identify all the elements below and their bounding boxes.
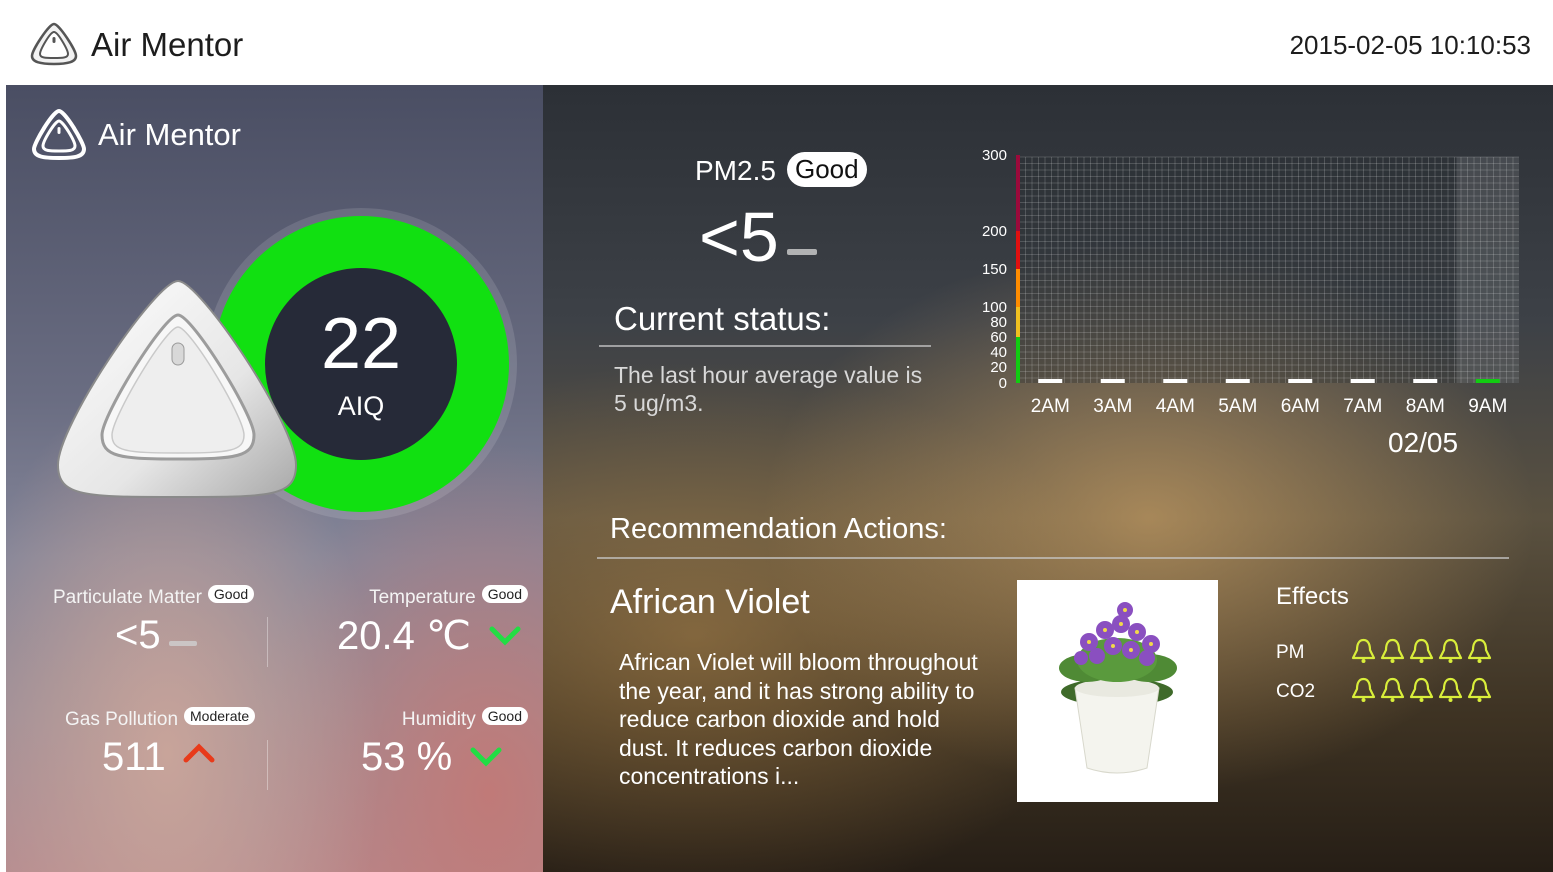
pm25-status-badge: Good [787,152,867,187]
bell-icon [1409,677,1434,702]
current-status-text: The last hour average value is 5 ug/m3. [614,362,923,416]
bell-icon [1380,677,1405,702]
aiq-value: 22 [320,304,402,384]
top-bar: Air Mentor 2015-02-05 10:10:53 [0,0,1553,85]
bell-icon [1438,638,1463,663]
bar [1163,379,1188,383]
chart-date-label: 02/05 [1388,427,1459,458]
humidity-metric-value: 53 % [361,735,503,780]
scale-band [1016,307,1020,337]
gas-status-badge: Moderate [184,707,256,725]
x-tick-label: 2AM [1031,396,1070,417]
bar [1413,379,1438,383]
divider [599,345,931,347]
effect-co2-rating [1350,676,1493,703]
x-tick-label: 5AM [1218,396,1257,417]
bell-icon [1351,638,1376,663]
gas-metric-value: 511 [102,735,217,780]
divider [267,740,268,790]
down-check-icon [489,626,521,646]
bar [1100,379,1125,383]
bell-icon [1351,677,1376,702]
plot-area [1019,157,1519,383]
x-tick-label: 6AM [1281,396,1320,417]
x-tick-label: 3AM [1093,396,1132,417]
gas-metric-label: Gas Pollution Moderate [65,707,256,731]
y-tick-label: 0 [999,375,1007,392]
bell-icon [1467,677,1492,702]
app-title: Air Mentor [91,26,244,63]
air-mentor-device-image [56,279,298,498]
bell-icon [1438,677,1463,702]
african-violet-image [1017,580,1218,802]
dash-indicator [168,641,197,646]
current-status-title: Current status: [614,300,831,337]
scale-band [1016,231,1020,269]
pm-metric-label: Particulate Matter Good [53,585,255,609]
plant-description: African Violet will bloom throughout the… [619,649,978,789]
pm-metric-value: <5 [115,613,197,658]
dash-indicator [786,249,817,255]
divider [267,617,268,667]
main-panel: PM2.5 Good <5 Current status: The last h… [543,85,1553,872]
aiq-label: AIQ [337,391,385,421]
y-tick-label: 200 [982,223,1007,240]
bar [1225,379,1250,383]
scale-band [1016,269,1020,307]
scale-band [1016,337,1020,383]
x-tick-label: 9AM [1468,396,1507,417]
bell-icon [1380,638,1405,663]
effects-title: Effects [1276,583,1349,610]
bar [1038,379,1063,383]
brand-title: Air Mentor [98,117,241,152]
temp-metric-value: 20.4 ℃ [337,613,522,659]
air-mentor-logo-icon [30,22,78,66]
current-hour-highlight [1456,157,1519,383]
down-check-icon [470,747,502,767]
x-tick-label: 4AM [1156,396,1195,417]
pm25-title: PM2.5 [695,155,776,186]
air-mentor-logo-icon [31,108,87,161]
temp-metric-label: Temperature Good [369,585,528,609]
y-tick-label: 20 [990,359,1007,376]
pm25-value: <5 [699,197,817,277]
up-arrow-icon [183,743,215,763]
divider [597,557,1509,559]
humidity-metric-label: Humidity Good [402,707,528,731]
datetime: 2015-02-05 10:10:53 [1289,30,1531,60]
y-tick-label: 150 [982,261,1007,278]
x-tick-label: 7AM [1343,396,1382,417]
device-panel: Air Mentor 22 AIQ Particulate Matter Good… [6,85,543,872]
x-tick-label: 8AM [1406,396,1445,417]
scale-band [1016,155,1020,231]
pm-status-badge: Good [207,585,255,603]
y-tick-label: 300 [982,147,1007,164]
bar [1475,379,1500,383]
plant-name: African Violet [610,583,810,621]
effect-co2-label: CO2 [1276,681,1316,702]
bar [1350,379,1375,383]
temp-status-badge: Good [481,585,528,603]
effect-pm-label: PM [1276,642,1305,663]
bar [1288,379,1313,383]
effect-pm-rating [1350,637,1493,664]
humidity-status-badge: Good [481,707,528,725]
recommendation-title: Recommendation Actions: [610,513,947,545]
bell-icon [1467,638,1492,663]
bell-icon [1409,638,1434,663]
